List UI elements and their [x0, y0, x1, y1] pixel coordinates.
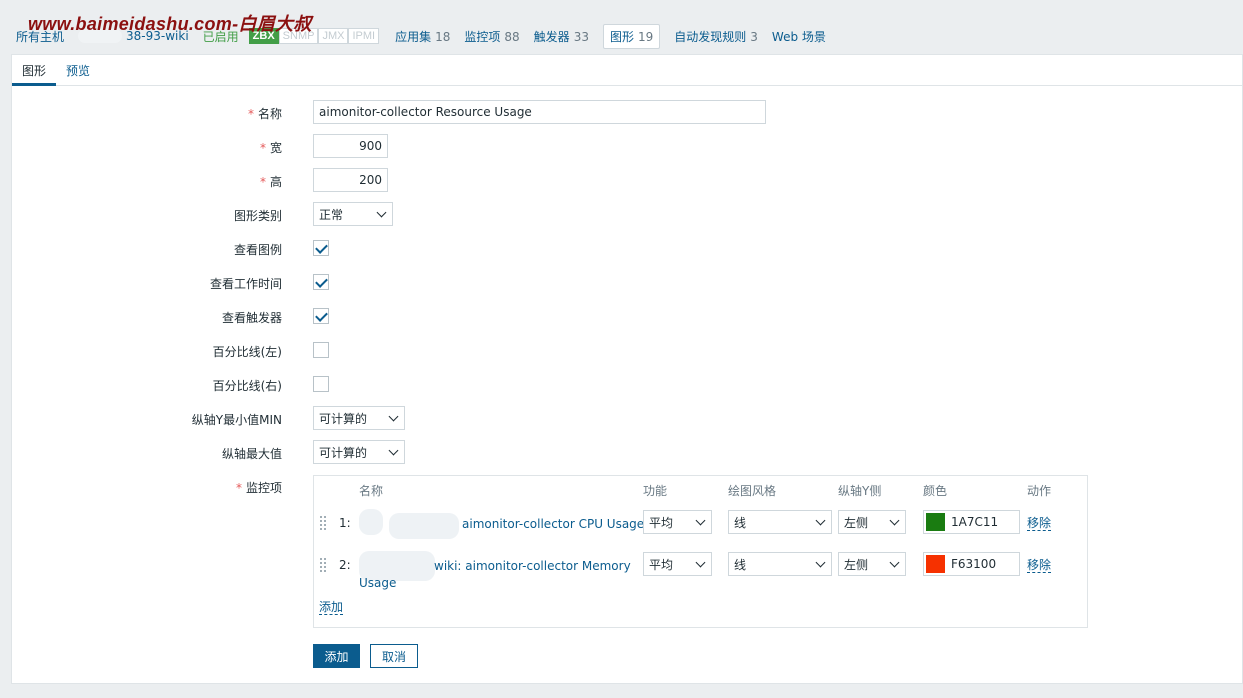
chevron-down-icon: [890, 559, 900, 569]
percent-right-checkbox[interactable]: [313, 376, 329, 392]
graph-type-row: 图形类别 正常: [12, 202, 1212, 226]
add-button[interactable]: 添加: [313, 644, 360, 668]
show-legend-row: 查看图例: [12, 236, 1212, 260]
item-function-select[interactable]: 平均: [643, 552, 712, 576]
item-color-picker[interactable]: F63100: [923, 552, 1020, 576]
show-triggers-checkbox[interactable]: [313, 308, 329, 324]
ymax-select[interactable]: 可计算的: [313, 440, 405, 464]
col-header-function: 功能: [643, 484, 668, 498]
ipmi-badge: IPMI: [348, 28, 380, 44]
color-swatch[interactable]: [926, 555, 945, 573]
item-name-link-continued[interactable]: Usage: [359, 575, 396, 591]
ymax-row: 纵轴最大值 可计算的: [12, 440, 1212, 464]
show-worktime-label: 查看工作时间: [209, 277, 282, 291]
item-color-value[interactable]: F63100: [951, 557, 996, 571]
item-index: 1:: [339, 516, 351, 530]
drag-handle-icon[interactable]: [319, 557, 327, 573]
form-tabs: 图形 预览: [12, 55, 1242, 86]
ymin-label: 纵轴Y最小值MIN: [191, 413, 282, 427]
applications-link[interactable]: 应用集 18: [395, 28, 450, 45]
ymin-row: 纵轴Y最小值MIN 可计算的: [12, 406, 1212, 430]
graph-items-table: 名称 功能 绘图风格 纵轴Y侧 颜色 动作 1: aimonitor-colle…: [313, 475, 1088, 628]
height-label: * 高: [259, 175, 282, 189]
item-remove-link[interactable]: 移除: [1027, 516, 1052, 531]
chevron-down-icon: [377, 209, 387, 219]
show-triggers-label: 查看触发器: [221, 311, 282, 325]
items-label: * 监控项: [235, 481, 282, 495]
chevron-down-icon: [389, 447, 399, 457]
item-remove-link[interactable]: 移除: [1027, 558, 1052, 573]
show-worktime-checkbox[interactable]: [313, 274, 329, 290]
items-link[interactable]: 监控项 88: [464, 28, 519, 45]
chevron-down-icon: [816, 517, 826, 527]
item-y-axis-select[interactable]: 左侧: [838, 552, 906, 576]
chevron-down-icon: [389, 413, 399, 423]
graph-type-select[interactable]: 正常: [313, 202, 393, 226]
name-label: * 名称: [247, 107, 282, 121]
name-row: * 名称: [12, 100, 1212, 124]
item-draw-style-select[interactable]: 线: [728, 510, 832, 534]
graphs-link[interactable]: 图形 19: [602, 23, 661, 49]
show-legend-label: 查看图例: [233, 243, 282, 257]
height-row: * 高: [12, 168, 1212, 192]
name-input[interactable]: [313, 100, 766, 124]
item-name-link[interactable]: wiki: aimonitor-collector Memory: [434, 558, 631, 574]
drag-handle-icon[interactable]: [319, 515, 327, 531]
col-header-action: 动作: [1027, 484, 1052, 498]
item-y-axis-select[interactable]: 左侧: [838, 510, 906, 534]
ymax-label: 纵轴最大值: [221, 447, 282, 461]
graph-type-label: 图形类别: [233, 209, 282, 223]
watermark-text: www.baimeidashu.com-白眉大叔: [28, 14, 312, 34]
col-header-name: 名称: [359, 484, 384, 498]
percent-left-label: 百分比线(左): [212, 345, 282, 359]
percent-left-checkbox[interactable]: [313, 342, 329, 358]
item-draw-style-select[interactable]: 线: [728, 552, 832, 576]
percent-right-label: 百分比线(右): [212, 379, 282, 393]
triggers-link[interactable]: 触发器 33: [534, 28, 589, 45]
chevron-down-icon: [696, 517, 706, 527]
item-function-select[interactable]: 平均: [643, 510, 712, 534]
tab-preview[interactable]: 预览: [56, 55, 100, 86]
width-input[interactable]: [313, 134, 388, 158]
height-input[interactable]: [313, 168, 388, 192]
blurred-host-prefix: [359, 509, 459, 539]
item-color-value[interactable]: 1A7C11: [951, 515, 998, 529]
chevron-down-icon: [890, 517, 900, 527]
col-header-draw-style: 绘图风格: [728, 484, 777, 498]
add-item-link[interactable]: 添加: [319, 600, 344, 615]
chevron-down-icon: [816, 559, 826, 569]
graph-form-panel: 图形 预览 *名称 *宽 *高 图形类别 正常 查看图例 查看工作时间 查看触发…: [11, 54, 1243, 684]
discovery-rules-link[interactable]: 自动发现规则 3: [674, 28, 758, 45]
tab-graph[interactable]: 图形: [12, 55, 57, 86]
jmx-badge: JMX: [318, 28, 349, 44]
col-header-color: 颜色: [923, 484, 948, 498]
chevron-down-icon: [696, 559, 706, 569]
item-color-picker[interactable]: 1A7C11: [923, 510, 1020, 534]
cancel-button[interactable]: 取消: [370, 644, 418, 668]
color-swatch[interactable]: [926, 513, 945, 531]
width-label: * 宽: [259, 141, 282, 155]
item-index: 2:: [339, 558, 351, 572]
percent-right-row: 百分比线(右): [12, 372, 1212, 396]
width-row: * 宽: [12, 134, 1212, 158]
show-legend-checkbox[interactable]: [313, 240, 329, 256]
col-header-y-axis: 纵轴Y侧: [838, 484, 882, 498]
percent-left-row: 百分比线(左): [12, 338, 1212, 362]
graph-item-row: 1: aimonitor-collector CPU Usage 平均 线 左侧…: [314, 509, 1087, 543]
ymin-select[interactable]: 可计算的: [313, 406, 405, 430]
item-name-link[interactable]: aimonitor-collector CPU Usage: [462, 516, 644, 532]
web-scenarios-link[interactable]: Web 场景: [772, 28, 826, 45]
show-worktime-row: 查看工作时间: [12, 270, 1212, 294]
show-triggers-row: 查看触发器: [12, 304, 1212, 328]
graph-item-row: 2: wiki: aimonitor-collector Memory Usag…: [314, 551, 1087, 595]
